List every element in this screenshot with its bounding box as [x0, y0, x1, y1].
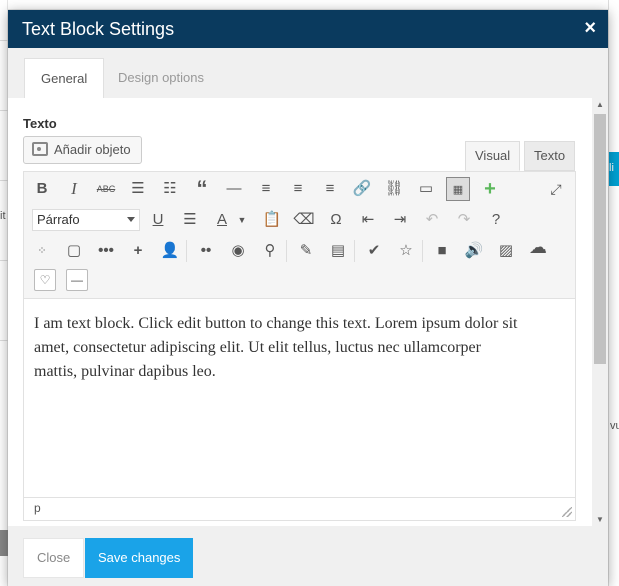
tab-visual[interactable]: Visual: [465, 141, 521, 171]
editor-content[interactable]: I am text block. Click edit button to ch…: [24, 299, 575, 497]
add-media-label: Añadir objeto: [54, 142, 131, 157]
special-char-icon[interactable]: Ω: [324, 208, 348, 232]
toolbar-separator: [422, 240, 423, 262]
indent-icon[interactable]: ⇥: [388, 208, 412, 232]
paste-text-icon[interactable]: 📋: [260, 208, 284, 232]
editor-toolbar: B I ABC ☰ ☷ “ — ≡ ≡ ≡ 🔗 ⛓ ▭ ▦ + ⤢ Párraf…: [24, 172, 575, 299]
toolbar-separator: [286, 240, 287, 262]
star-icon[interactable]: ☆: [394, 239, 418, 263]
background-line: [0, 260, 8, 261]
flickr-icon[interactable]: ••: [194, 239, 218, 263]
background-line: [0, 40, 8, 41]
modal-footer: Close Save changes: [8, 526, 608, 586]
grid-icon[interactable]: ⁘: [30, 239, 54, 263]
map-pin-icon[interactable]: ⚲: [258, 239, 282, 263]
add-element-icon[interactable]: +: [478, 177, 502, 201]
horizontal-line-icon[interactable]: —: [222, 177, 246, 201]
read-more-icon[interactable]: ▭: [414, 177, 438, 201]
content-line: mattis, pulvinar dapibus leo.: [34, 363, 216, 380]
check-icon[interactable]: ✔: [362, 239, 386, 263]
chevron-down-icon: [127, 217, 135, 222]
help-icon[interactable]: ?: [484, 208, 508, 232]
clear-format-icon[interactable]: ⌫: [292, 208, 316, 232]
background-line: [0, 110, 8, 111]
background-text: vu: [610, 420, 619, 432]
rss-icon[interactable]: ◉: [226, 239, 250, 263]
align-center-icon[interactable]: ≡: [286, 177, 310, 201]
modal-title: Text Block Settings: [22, 19, 175, 39]
background-line: [0, 340, 8, 341]
content-line: amet, consectetur adipiscing elit. Ut el…: [34, 339, 481, 356]
background-line: [0, 180, 8, 181]
background-page-top: [0, 0, 619, 10]
divider-icon[interactable]: —: [66, 269, 88, 291]
field-label: Texto: [23, 116, 57, 131]
video-icon[interactable]: ■: [430, 239, 454, 263]
background-page-right: [608, 0, 619, 586]
align-right-icon[interactable]: ≡: [318, 177, 342, 201]
modal-body: Texto Añadir objeto Visual Texto B I ABC…: [8, 98, 608, 526]
underline-icon[interactable]: U: [146, 208, 170, 232]
save-changes-button[interactable]: Save changes: [85, 538, 194, 578]
rich-text-editor: B I ABC ☰ ☷ “ — ≡ ≡ ≡ 🔗 ⛓ ▭ ▦ + ⤢ Párraf…: [23, 171, 576, 521]
background-page-left: [0, 0, 8, 586]
settings-tabs: General Design options: [8, 48, 608, 98]
audio-icon[interactable]: 🔊: [462, 239, 486, 263]
modal-scrollbar[interactable]: ▲ ▼: [592, 98, 608, 526]
background-text: it: [0, 210, 6, 222]
link-icon[interactable]: 🔗: [350, 177, 374, 201]
fullscreen-icon[interactable]: ⤢: [544, 177, 568, 201]
tab-text[interactable]: Texto: [524, 141, 576, 171]
numbered-list-icon[interactable]: ☷: [158, 177, 182, 201]
toolbar-separator: [186, 240, 187, 262]
add-media-button[interactable]: Añadir objeto: [23, 136, 142, 164]
format-select[interactable]: Párrafo: [32, 209, 140, 231]
element-path[interactable]: p: [34, 501, 41, 515]
heart-icon[interactable]: ♡: [34, 269, 56, 291]
modal-header: Text Block Settings ×: [8, 10, 608, 48]
background-button: [0, 530, 8, 556]
format-select-value: Párrafo: [37, 212, 80, 227]
close-icon[interactable]: ×: [584, 18, 596, 38]
tab-design-options[interactable]: Design options: [102, 58, 220, 98]
content-line: I am text block. Click edit button to ch…: [34, 315, 518, 332]
editor-status-bar: p: [24, 497, 575, 520]
plus-icon[interactable]: +: [126, 239, 150, 263]
image-icon[interactable]: ▨: [494, 239, 518, 263]
redo-icon[interactable]: ↷: [452, 208, 476, 232]
italic-icon[interactable]: I: [62, 177, 86, 201]
close-button[interactable]: Close: [23, 538, 85, 578]
blockquote-icon[interactable]: “: [190, 177, 214, 201]
align-left-icon[interactable]: ≡: [254, 177, 278, 201]
unlink-icon[interactable]: ⛓: [382, 177, 406, 201]
bullet-list-icon[interactable]: ☰: [126, 177, 150, 201]
toolbar-toggle-icon[interactable]: ▦: [446, 177, 470, 201]
chevron-down-icon[interactable]: ▼: [230, 208, 254, 232]
justify-icon[interactable]: ☰: [178, 208, 202, 232]
scroll-down-icon[interactable]: ▼: [596, 515, 604, 524]
tab-general[interactable]: General: [24, 58, 105, 98]
strikethrough-icon[interactable]: ABC: [94, 177, 118, 201]
person-icon[interactable]: 👤: [158, 239, 182, 263]
toolbar-separator: [354, 240, 355, 262]
scroll-up-icon[interactable]: ▲: [596, 100, 604, 109]
dots-icon[interactable]: •••: [94, 239, 118, 263]
text-block-settings-modal: Text Block Settings × General Design opt…: [8, 10, 608, 586]
media-icon: [32, 142, 48, 156]
pencil-icon[interactable]: ✎: [294, 239, 318, 263]
outdent-icon[interactable]: ⇤: [356, 208, 380, 232]
list-box-icon[interactable]: ▤: [326, 239, 350, 263]
rounded-box-icon[interactable]: ▢: [62, 239, 86, 263]
resize-handle[interactable]: [562, 507, 572, 517]
undo-icon[interactable]: ↶: [420, 208, 444, 232]
bold-icon[interactable]: B: [30, 177, 54, 201]
cloud-icon[interactable]: ☁: [526, 235, 550, 259]
scroll-thumb[interactable]: [594, 114, 606, 364]
background-blue-tab: li: [609, 152, 619, 186]
